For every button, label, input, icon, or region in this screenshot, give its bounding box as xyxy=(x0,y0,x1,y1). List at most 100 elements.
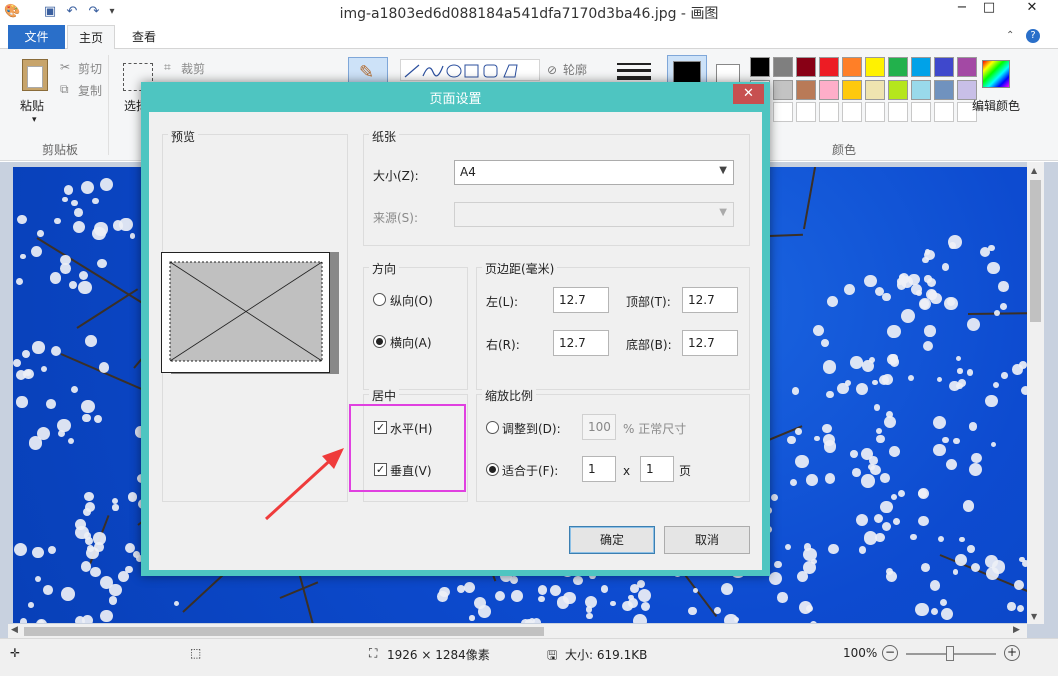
preview-image xyxy=(169,261,323,362)
blossom-texture xyxy=(914,602,929,617)
maximize-button[interactable]: □ xyxy=(973,0,1005,18)
fit-to-height-input[interactable]: 1 xyxy=(640,456,674,482)
cut-icon: ✂ xyxy=(60,60,71,74)
custom-color-slot[interactable] xyxy=(796,102,816,122)
edit-colors-button[interactable]: 编辑颜色 xyxy=(972,97,1020,114)
blossom-texture xyxy=(57,418,71,433)
left-margin-input[interactable]: 12.7 xyxy=(553,287,609,313)
paste-icon[interactable] xyxy=(22,59,48,91)
palette-color-swatch[interactable] xyxy=(911,57,931,77)
blossom-texture xyxy=(873,404,881,411)
zoom-slider[interactable] xyxy=(906,646,996,661)
scroll-left-icon[interactable]: ◀ xyxy=(11,625,18,635)
blossom-texture xyxy=(863,531,878,545)
bottom-margin-input[interactable]: 12.7 xyxy=(682,330,738,356)
blossom-texture xyxy=(70,386,78,394)
custom-color-slot[interactable] xyxy=(773,102,793,122)
paper-size-select[interactable]: A4 ▼ xyxy=(454,160,734,185)
top-margin-input[interactable]: 12.7 xyxy=(682,287,738,313)
crop-button[interactable]: 裁剪 xyxy=(181,60,205,77)
custom-color-slot[interactable] xyxy=(819,102,839,122)
outline-button[interactable]: 轮廓 xyxy=(563,61,587,78)
cut-button[interactable]: 剪切 xyxy=(78,60,102,77)
blossom-texture xyxy=(990,441,997,448)
right-margin-input[interactable]: 12.7 xyxy=(553,330,609,356)
palette-color-swatch[interactable] xyxy=(934,80,954,100)
blossom-texture xyxy=(924,275,932,283)
palette-color-swatch[interactable] xyxy=(773,80,793,100)
edit-colors-icon[interactable] xyxy=(982,60,1010,88)
scale-frame xyxy=(476,394,750,502)
paper-source-select[interactable]: ▼ xyxy=(454,202,734,227)
zoom-out-button[interactable]: − xyxy=(882,645,898,661)
adjust-to-input[interactable]: 100 xyxy=(582,414,616,440)
palette-color-swatch[interactable] xyxy=(842,57,862,77)
custom-color-slot[interactable] xyxy=(865,102,885,122)
scroll-right-icon[interactable]: ▶ xyxy=(1013,625,1020,635)
palette-color-swatch[interactable] xyxy=(796,80,816,100)
vertical-scroll-thumb[interactable] xyxy=(1030,180,1041,322)
portrait-label[interactable]: 纵向(O) xyxy=(390,292,433,309)
help-icon[interactable]: ? xyxy=(1026,29,1040,43)
copy-button[interactable]: 复制 xyxy=(78,82,102,99)
palette-color-swatch[interactable] xyxy=(865,80,885,100)
blossom-texture xyxy=(531,617,541,623)
close-window-button[interactable]: ✕ xyxy=(1016,0,1048,18)
blossom-texture xyxy=(940,608,953,620)
blossom-texture xyxy=(876,434,885,443)
blossom-texture xyxy=(78,280,92,295)
blossom-texture xyxy=(100,609,113,623)
tab-file[interactable]: 文件 xyxy=(8,25,65,49)
blossom-texture xyxy=(32,341,45,354)
landscape-label[interactable]: 横向(A) xyxy=(390,334,432,351)
cancel-button[interactable]: 取消 xyxy=(664,526,750,554)
blossom-texture xyxy=(721,583,734,596)
tab-home[interactable]: 主页 xyxy=(67,25,115,50)
adjust-to-label[interactable]: 调整到(D): xyxy=(502,420,561,437)
custom-color-slot[interactable] xyxy=(934,102,954,122)
tab-view[interactable]: 查看 xyxy=(120,25,168,49)
blossom-texture xyxy=(918,489,927,499)
blossom-texture xyxy=(68,437,75,444)
fit-to-radio[interactable] xyxy=(486,463,499,476)
collapse-ribbon-icon[interactable]: ⌃ xyxy=(1006,30,1014,41)
blossom-texture xyxy=(632,614,647,623)
palette-color-swatch[interactable] xyxy=(888,80,908,100)
palette-color-swatch[interactable] xyxy=(819,80,839,100)
palette-color-swatch[interactable] xyxy=(934,57,954,77)
dialog-close-button[interactable]: ✕ xyxy=(733,84,764,104)
portrait-radio[interactable] xyxy=(373,293,386,306)
vertical-scrollbar[interactable]: ▲ ▼ xyxy=(1027,162,1044,624)
image-dimensions: 1926 × 1284像素 xyxy=(387,648,490,662)
horizontal-scroll-thumb[interactable] xyxy=(24,627,544,636)
scroll-down-icon[interactable]: ▼ xyxy=(1031,612,1037,621)
blossom-texture xyxy=(51,345,62,356)
paste-dropdown-icon[interactable]: ▾ xyxy=(32,115,37,125)
ok-button[interactable]: 确定 xyxy=(569,526,655,554)
horizontal-scrollbar[interactable]: ◀ ▶ xyxy=(8,624,1027,638)
shapes-gallery[interactable] xyxy=(400,59,540,81)
zoom-slider-thumb[interactable] xyxy=(946,646,954,661)
palette-color-swatch[interactable] xyxy=(911,80,931,100)
palette-color-swatch[interactable] xyxy=(819,57,839,77)
palette-color-swatch[interactable] xyxy=(957,57,977,77)
custom-color-slot[interactable] xyxy=(911,102,931,122)
fit-to-label[interactable]: 适合于(F): xyxy=(502,462,558,479)
palette-color-swatch[interactable] xyxy=(888,57,908,77)
palette-color-swatch[interactable] xyxy=(750,57,770,77)
paste-button[interactable]: 粘贴 xyxy=(20,97,44,114)
blossom-texture xyxy=(921,563,930,573)
palette-color-swatch[interactable] xyxy=(773,57,793,77)
blossom-texture xyxy=(34,575,41,582)
fit-to-width-input[interactable]: 1 xyxy=(582,456,616,482)
scroll-up-icon[interactable]: ▲ xyxy=(1031,166,1037,175)
custom-color-slot[interactable] xyxy=(842,102,862,122)
palette-color-swatch[interactable] xyxy=(957,80,977,100)
adjust-to-radio[interactable] xyxy=(486,421,499,434)
zoom-in-button[interactable]: + xyxy=(1004,645,1020,661)
landscape-radio[interactable] xyxy=(373,335,386,348)
palette-color-swatch[interactable] xyxy=(865,57,885,77)
custom-color-slot[interactable] xyxy=(888,102,908,122)
palette-color-swatch[interactable] xyxy=(796,57,816,77)
palette-color-swatch[interactable] xyxy=(842,80,862,100)
